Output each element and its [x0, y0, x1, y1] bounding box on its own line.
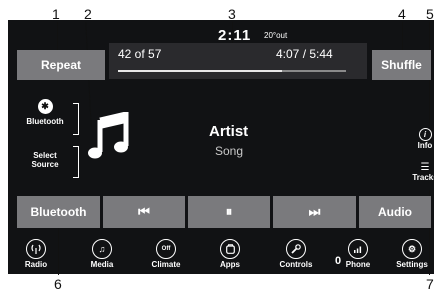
music-note-icon: [88, 110, 130, 165]
nav-controls[interactable]: Controls: [270, 239, 322, 269]
nav-climate-label: Climate: [151, 260, 181, 269]
nav-climate[interactable]: Off Climate: [140, 239, 192, 269]
next-track-icon: ⏭: [308, 204, 321, 219]
outside-temperature: 20°out: [264, 31, 288, 40]
leader-line-1: [57, 22, 58, 52]
info-label: Info: [417, 141, 433, 150]
nav-media-label: Media: [90, 260, 114, 269]
nav-apps-label: Apps: [220, 260, 240, 269]
nav-controls-label: Controls: [279, 260, 313, 269]
pause-button[interactable]: ⏸: [188, 196, 270, 228]
info-button[interactable]: i Info: [410, 128, 440, 150]
select-source-button[interactable]: Select Source: [18, 151, 72, 175]
apps-icon: [220, 239, 240, 259]
song-title: Song: [215, 144, 244, 158]
callout-7: 7: [426, 276, 434, 292]
source-bracket-upper: [73, 103, 79, 135]
media-icon: ♫: [92, 239, 112, 259]
repeat-button[interactable]: Repeat: [17, 50, 105, 80]
bluetooth-label: Bluetooth: [26, 117, 64, 126]
bluetooth-source-button[interactable]: ✱ Bluetooth: [18, 99, 72, 135]
previous-track-button[interactable]: ⏮: [103, 196, 185, 228]
bluetooth-icon: ✱: [37, 99, 53, 114]
elapsed-time: 4:07 / 5:44: [276, 47, 333, 61]
nav-apps[interactable]: Apps: [204, 239, 256, 269]
select-source-label-line2: Source: [31, 160, 59, 169]
nav-radio-label: Radio: [24, 260, 48, 269]
nav-settings-label: Settings: [396, 260, 428, 269]
climate-icon: Off: [156, 239, 176, 259]
audio-button[interactable]: Audio: [359, 196, 431, 228]
artist-name: Artist: [209, 123, 249, 140]
next-track-button[interactable]: ⏭: [273, 196, 356, 228]
phone-icon: [348, 239, 368, 259]
progress-bar[interactable]: [118, 70, 346, 72]
nav-settings[interactable]: ⚙ Settings: [386, 239, 438, 269]
radio-icon: [26, 239, 46, 259]
track-counter: 42 of 57: [118, 47, 162, 61]
source-bracket-lower: [73, 146, 79, 178]
tracks-label: Tracks: [412, 173, 438, 182]
controls-icon: [286, 239, 306, 259]
media-control-row: Bluetooth ⏮ ⏸ ⏭ Audio: [17, 196, 431, 228]
nav-media[interactable]: ♫ Media: [76, 239, 128, 269]
leader-line-4: [402, 22, 403, 52]
shuffle-button[interactable]: Shuffle: [372, 50, 431, 80]
source-bluetooth-button[interactable]: Bluetooth: [17, 196, 100, 228]
pause-icon: ⏸: [225, 204, 233, 219]
info-icon: i: [418, 128, 432, 141]
settings-icon: ⚙: [402, 239, 422, 259]
nav-radio[interactable]: Radio: [10, 239, 62, 269]
tracks-button[interactable]: ☰ Tracks: [408, 162, 442, 183]
nav-phone[interactable]: Phone 0: [332, 239, 384, 269]
tracks-list-icon: ☰: [420, 162, 430, 173]
callout-6: 6: [54, 276, 62, 292]
phone-badge: 0: [335, 255, 342, 267]
clock: 2:11: [218, 27, 252, 44]
progress-bar-fill: [118, 70, 283, 72]
previous-track-icon: ⏮: [138, 204, 150, 219]
climate-off-glyph: Off: [161, 246, 171, 252]
select-source-label-line1: Select: [33, 151, 57, 160]
